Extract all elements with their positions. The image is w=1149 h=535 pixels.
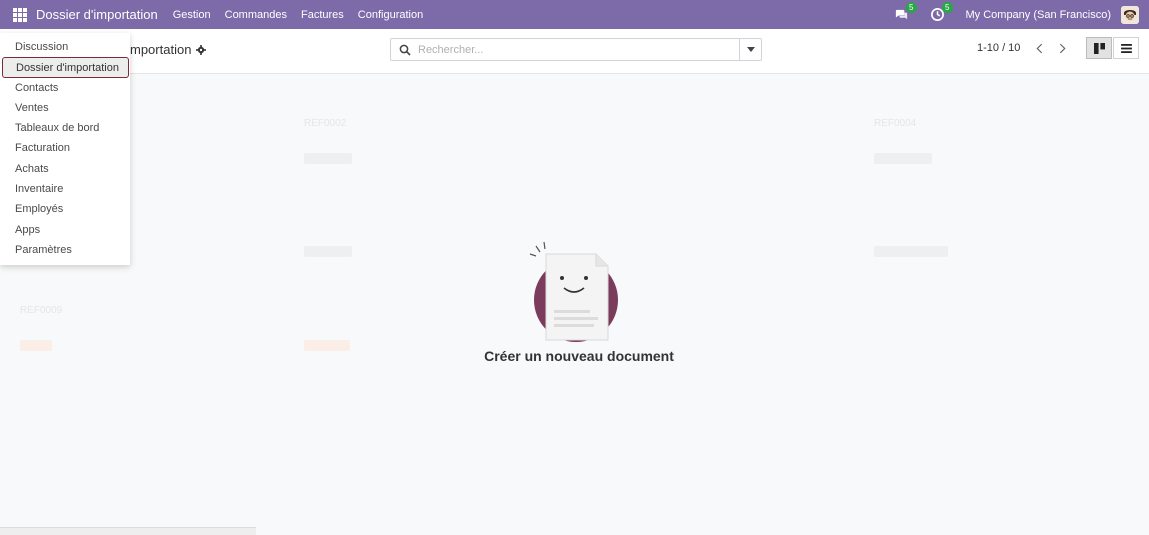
app-menu-item-tableaux-de-bord[interactable]: Tableaux de bord: [0, 118, 130, 138]
app-menu-item-contacts[interactable]: Contacts: [0, 78, 130, 98]
smiling-document-icon: [529, 241, 618, 342]
menu-commandes[interactable]: Commandes: [225, 9, 287, 21]
app-menu-item-inventaire[interactable]: Inventaire: [0, 179, 130, 199]
empty-state-helper: Créer un nouveau document: [474, 240, 684, 364]
page-title: mportation: [130, 42, 207, 57]
ghost-card-label: REF0004: [874, 118, 917, 129]
search-bar: [390, 38, 762, 61]
app-menu-item-employes[interactable]: Employés: [0, 199, 130, 219]
kanban-icon: [1093, 42, 1105, 54]
list-icon: [1120, 43, 1132, 53]
user-avatar[interactable]: [1121, 5, 1139, 24]
app-menu-item-facturation[interactable]: Facturation: [0, 138, 130, 158]
search-input[interactable]: [418, 43, 739, 56]
ghost-card-label: REF0002: [304, 118, 347, 129]
menu-factures[interactable]: Factures: [301, 9, 344, 21]
app-menu-item-apps[interactable]: Apps: [0, 220, 130, 240]
avatar-face-icon: [1121, 5, 1139, 24]
browser-status-bar: [0, 527, 256, 535]
ghost-card-tag: [304, 246, 352, 257]
kanban-view-button[interactable]: [1086, 37, 1112, 59]
activities-button[interactable]: 5: [930, 1, 953, 23]
control-panel: mportation 1-10 / 10: [0, 29, 1149, 74]
app-menu-item-ventes[interactable]: Ventes: [0, 98, 130, 118]
pager-value[interactable]: 1-10 / 10: [977, 42, 1020, 54]
ghost-card-tag: [874, 246, 948, 257]
activities-badge: 5: [942, 1, 953, 13]
ghost-card-tag: [874, 153, 932, 164]
search-icon: [399, 44, 411, 56]
app-menu-item-parametres[interactable]: Paramètres: [0, 240, 130, 260]
ghost-card-tag: [304, 153, 352, 164]
app-switcher-icon[interactable]: [13, 7, 27, 22]
ghost-card-tag: [20, 340, 52, 351]
pager-next-button[interactable]: [1051, 37, 1073, 59]
app-menu-item-dossier-importation[interactable]: Dossier d'importation: [2, 57, 129, 78]
top-navbar: Dossier d'importation Gestion Commandes …: [0, 0, 1149, 29]
menu-configuration[interactable]: Configuration: [358, 9, 423, 21]
pager-previous-button[interactable]: [1028, 37, 1050, 59]
chevron-right-icon: [1059, 43, 1066, 53]
company-switcher[interactable]: My Company (San Francisco): [966, 9, 1112, 21]
empty-state-title: Créer un nouveau document: [484, 348, 674, 364]
page-title-text[interactable]: mportation: [130, 42, 191, 57]
app-menu-dropdown: Discussion Dossier d'importation Contact…: [0, 33, 130, 265]
messages-button[interactable]: 5: [894, 1, 917, 23]
app-menu-item-discussion[interactable]: Discussion: [0, 37, 130, 57]
caret-down-icon: [746, 47, 755, 52]
ghost-card-label: REF0009: [20, 305, 63, 316]
ghost-card-tag: [304, 340, 350, 351]
gear-icon[interactable]: [196, 44, 207, 55]
chevron-left-icon: [1035, 43, 1042, 53]
messages-badge: 5: [906, 1, 917, 13]
menu-gestion[interactable]: Gestion: [173, 9, 211, 21]
app-menu-item-achats[interactable]: Achats: [0, 159, 130, 179]
app-name[interactable]: Dossier d'importation: [36, 7, 158, 22]
list-view-button[interactable]: [1113, 37, 1139, 59]
search-options-toggle[interactable]: [739, 39, 761, 60]
